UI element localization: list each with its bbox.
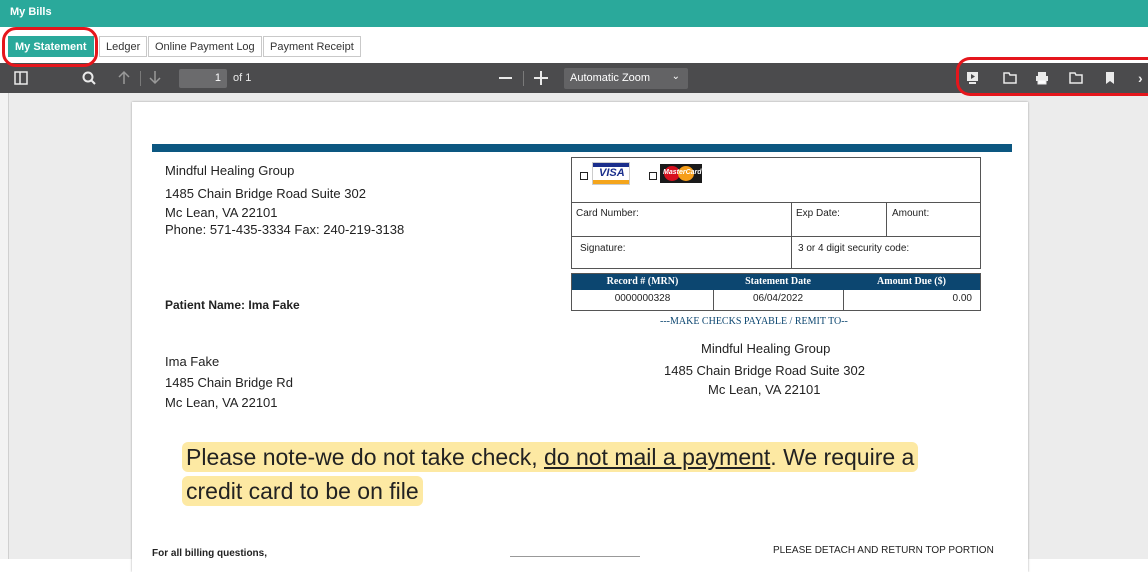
mrn-value: 0000000328 [614,293,671,304]
amount-due-value: 0.00 [952,293,972,304]
viewer-left-edge [0,93,9,559]
patient-name-label: Patient Name: Ima Fake [165,298,300,312]
visa-text: VISA [599,167,625,179]
remit-label: ---MAKE CHECKS PAYABLE / REMIT TO-- [660,316,848,327]
record-table-header: Record # (MRN) Statement Date Amount Due… [572,274,980,290]
search-icon[interactable] [82,71,96,85]
statement-date-header: Statement Date [745,276,811,287]
record-table: Record # (MRN) Statement Date Amount Due… [571,273,981,311]
amount-due-header: Amount Due ($) [877,276,946,287]
form-divider [572,202,980,203]
statement-date-value: 06/04/2022 [752,293,804,304]
payment-note: Please note-we do not take check, do not… [182,440,932,508]
visa-checkbox[interactable] [580,172,588,180]
form-divider [572,236,980,237]
form-divider [886,202,887,236]
table-divider [843,290,844,310]
arrow-down-icon[interactable] [149,70,161,85]
sidebar-toggle-icon[interactable] [14,71,28,85]
form-divider [791,202,792,268]
detach-instruction: PLEASE DETACH AND RETURN TOP PORTION [773,545,994,556]
chevron-down-icon: ⌄ [671,71,680,82]
tab-ledger[interactable]: Ledger [99,36,148,57]
mastercard-logo: MasterCard [660,164,702,183]
statement-header-band [152,144,1012,152]
annotation-circle-tab [2,27,98,67]
toolbar-separator [140,71,141,86]
remit-address: 1485 Chain Bridge Road Suite 302 [664,363,865,378]
title-bar: My Bills [0,0,1148,27]
card-number-label: Card Number: [576,208,639,219]
tab-payment-receipt[interactable]: Payment Receipt [263,36,361,57]
toolbar-separator [523,71,524,86]
zoom-value: Automatic Zoom [570,72,651,84]
zoom-select[interactable]: Automatic Zoom ⌄ [564,68,688,89]
tab-online-payment-log[interactable]: Online Payment Log [148,36,262,57]
visa-logo: VISA [592,162,630,185]
exp-date-label: Exp Date: [796,208,840,219]
practice-city: Mc Lean, VA 22101 [165,205,278,220]
mastercard-text: MasterCard [663,169,702,176]
note-highlight: Please note-we do not take check, do not… [182,442,919,506]
patient-city: Mc Lean, VA 22101 [165,395,278,410]
arrow-up-icon[interactable] [118,70,130,85]
patient-address: 1485 Chain Bridge Rd [165,375,293,390]
patient-name: Ima Fake [165,354,220,369]
amount-label: Amount: [892,208,930,219]
note-text-1: Please note-we do not take check, [186,444,544,470]
annotation-circle-toolbar [956,57,1148,96]
security-code-label: 3 or 4 digit security code: [798,243,910,254]
page-count: of 1 [233,72,252,84]
window-title: My Bills [10,6,52,18]
practice-phone: Phone: 571-435-3334 Fax: 240-219-3138 [165,222,405,237]
plus-icon[interactable] [534,71,548,85]
practice-address: 1485 Chain Bridge Road Suite 302 [165,186,366,201]
signature-label: Signature: [580,243,626,254]
billing-questions-text: For all billing questions, [152,548,268,559]
remit-name: Mindful Healing Group [701,341,831,356]
practice-name: Mindful Healing Group [165,163,295,178]
minus-icon[interactable] [499,77,512,80]
mastercard-checkbox[interactable] [649,172,657,180]
remit-city: Mc Lean, VA 22101 [708,382,821,397]
mrn-header: Record # (MRN) [606,276,679,287]
card-payment-form: Card Number: Exp Date: Amount: Signature… [571,157,981,269]
note-underlined: do not mail a payment [544,444,771,470]
page-number-input[interactable]: 1 [179,69,227,88]
